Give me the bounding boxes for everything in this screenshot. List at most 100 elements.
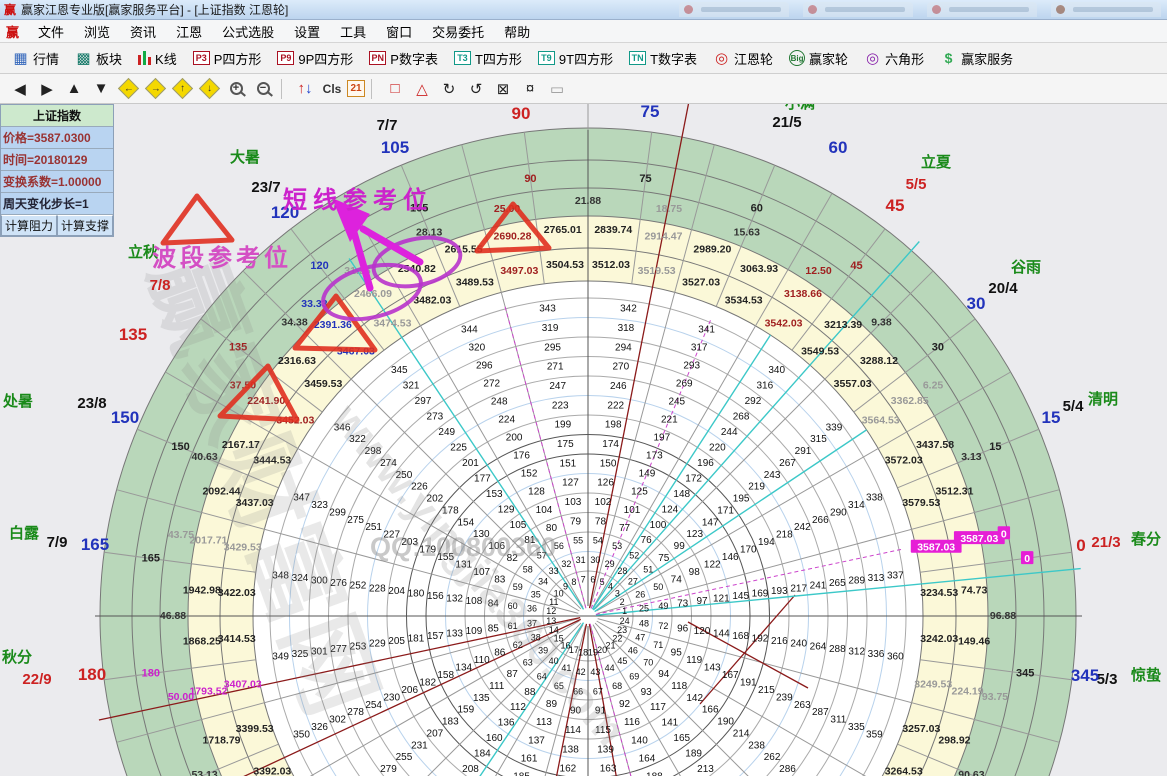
nav-down-icon[interactable]: ▼	[89, 77, 113, 101]
toolbar-button-六角形[interactable]: ◎六角形	[858, 47, 930, 70]
spiral-number: 7	[581, 574, 586, 584]
spiral-number: 350	[293, 730, 310, 741]
toolbar-button-江恩轮[interactable]: ◎江恩轮	[707, 47, 779, 70]
nav-up-icon[interactable]: ▲	[62, 77, 86, 101]
background-tab	[1051, 2, 1161, 17]
updown-icon[interactable]: ↑↓	[293, 77, 317, 101]
T数字表-icon: TN	[629, 51, 646, 65]
spiral-number: 103	[565, 497, 582, 508]
spiral-number: 58	[523, 565, 533, 575]
spiral-number: 141	[662, 718, 679, 729]
shrink-icon[interactable]: ¤	[518, 77, 542, 101]
pan-up-icon[interactable]: ↑	[170, 77, 194, 101]
spiral-number: 166	[702, 705, 719, 716]
menu-item-7[interactable]: 窗口	[377, 20, 421, 43]
spiral-number: 147	[702, 517, 719, 528]
spiral-number: 238	[748, 740, 765, 751]
toolbar-button-赢家轮[interactable]: Big赢家轮	[783, 47, 854, 70]
spiral-number: 313	[868, 573, 885, 584]
menu-item-0[interactable]: 文件	[29, 20, 73, 43]
spiral-number: 338	[866, 492, 883, 503]
pan-left-icon[interactable]: ←	[116, 77, 140, 101]
calc-resistance-button[interactable]: 计算阻力	[1, 215, 57, 236]
toolbar-button-T四方形[interactable]: T3T四方形	[448, 47, 528, 70]
spiral-number: 279	[380, 764, 397, 775]
price-ring-outer-label: 1868.25	[183, 635, 221, 647]
square-tool-icon[interactable]: □	[383, 77, 407, 101]
menu-item-4[interactable]: 公式选股	[213, 20, 283, 43]
triangle-tool-icon[interactable]: △	[410, 77, 434, 101]
toolbar-button-P四方形[interactable]: P3P四方形	[187, 47, 268, 70]
app-logo-icon: 赢	[4, 1, 16, 18]
menu-item-6[interactable]: 工具	[331, 20, 375, 43]
spiral-number: 138	[562, 744, 579, 755]
price-ring-inner-label: 3264.53	[885, 766, 923, 776]
cls-button[interactable]: Cls	[320, 77, 344, 101]
spiral-number: 94	[658, 669, 670, 680]
spiral-number: 297	[415, 396, 432, 407]
spiral-number: 335	[848, 722, 865, 733]
spiral-number: 111	[489, 681, 505, 692]
spiral-number: 265	[829, 578, 846, 589]
menu-item-1[interactable]: 浏览	[75, 20, 119, 43]
spiral-number: 181	[408, 634, 425, 645]
spiral-number: 75	[658, 553, 670, 564]
zoom-in-icon[interactable]: +	[224, 77, 248, 101]
spiral-number: 151	[560, 458, 577, 469]
cross-box-icon[interactable]: ⊠	[491, 77, 515, 101]
nav-left-icon[interactable]: ◀	[8, 77, 32, 101]
spiral-number: 337	[887, 571, 904, 582]
percent-ring-label: 53.13	[191, 769, 217, 776]
toolbar-button-9P四方形[interactable]: P99P四方形	[271, 47, 359, 70]
spiral-number: 140	[631, 735, 648, 746]
spiral-number: 247	[549, 381, 566, 392]
price-ring-inner-label: 3542.03	[765, 317, 803, 329]
spiral-number: 157	[427, 631, 444, 642]
price-ring-inner-label: 3489.53	[456, 277, 494, 289]
menu-item-3[interactable]: 江恩	[167, 20, 211, 43]
menu-item-2[interactable]: 资讯	[121, 20, 165, 43]
rotate-ccw-icon[interactable]: ↺	[464, 77, 488, 101]
zoom-out-icon[interactable]: −	[251, 77, 275, 101]
spiral-number: 31	[576, 555, 586, 565]
toolbar-button-赢家服务[interactable]: $赢家服务	[934, 47, 1019, 70]
price-ring-outer-label: 3213.39	[824, 319, 862, 331]
spiral-number: 294	[615, 342, 632, 353]
price-ring-outer-label: 1793.52	[189, 685, 227, 697]
rotate-cw-icon[interactable]: ↻	[437, 77, 461, 101]
pan-right-icon[interactable]: →	[143, 77, 167, 101]
price-ring-outer-label: 2316.63	[278, 355, 316, 367]
calc-support-button[interactable]: 计算支撑	[57, 215, 113, 236]
spiral-number: 170	[740, 545, 757, 556]
screen-icon[interactable]: ▭	[545, 77, 569, 101]
toolbar-button-T数字表[interactable]: TNT数字表	[623, 47, 703, 70]
nav-right-icon[interactable]: ▶	[35, 77, 59, 101]
spiral-number: 97	[696, 596, 708, 607]
gann-wheel-svg[interactable]: 1234567891011121314151617181920212223242…	[0, 0, 1167, 776]
main-toolbar: ▦行情▩板块K线P3P四方形P99P四方形PNP数字表T3T四方形T99T四方形…	[0, 43, 1167, 74]
calendar-icon[interactable]: 21	[347, 80, 365, 97]
spiral-number: 100	[650, 520, 667, 531]
menu-item-9[interactable]: 帮助	[495, 20, 539, 43]
toolbar-button-P数字表[interactable]: PNP数字表	[363, 47, 444, 70]
menu-item-5[interactable]: 设置	[285, 20, 329, 43]
toolbar-button-K线[interactable]: K线	[132, 47, 183, 70]
percent-ring-label: 6.25	[923, 379, 944, 391]
spiral-number: 342	[620, 304, 637, 315]
toolbar-label: 9P四方形	[298, 49, 353, 68]
toolbar-button-行情[interactable]: ▦行情	[6, 47, 65, 70]
pan-down-icon[interactable]: ↓	[197, 77, 221, 101]
solar-term-label: 惊蛰	[1131, 666, 1161, 684]
spiral-number: 208	[462, 764, 479, 775]
spiral-number: 183	[442, 717, 459, 728]
spiral-number: 24	[620, 616, 630, 626]
toolbar-button-9T四方形[interactable]: T99T四方形	[532, 47, 619, 70]
menu-item-8[interactable]: 交易委托	[423, 20, 493, 43]
price-ring-inner-label: 3482.03	[413, 294, 451, 306]
quote-row-2: 变换系数=1.00000	[1, 171, 113, 193]
solar-term-label: 秋分	[2, 648, 32, 666]
toolbar-label: 六角形	[885, 49, 924, 68]
percent-ring-label: 34.38	[281, 317, 307, 329]
spiral-number: 244	[721, 427, 738, 438]
toolbar-button-板块[interactable]: ▩板块	[69, 47, 128, 70]
